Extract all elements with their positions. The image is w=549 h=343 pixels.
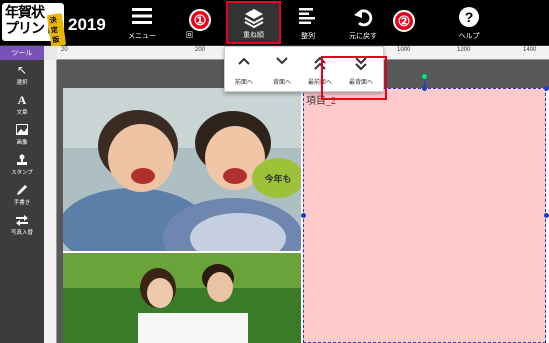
ruler-number: 200 (195, 47, 206, 53)
chevron-up-icon (238, 57, 250, 65)
menu-label: メニュー (128, 32, 156, 40)
chevron-down-icon (276, 57, 288, 65)
app-logo: 年賀状 プリント 決定版 2019 (2, 3, 106, 47)
step-2-marker: ② (393, 10, 415, 32)
rotation-handle[interactable] (421, 73, 428, 80)
send-to-back-highlight (321, 56, 387, 100)
bring-forward-item[interactable]: 前面へ (225, 47, 263, 93)
tool-pen[interactable]: 手書き (0, 182, 44, 208)
hamburger-icon (132, 8, 152, 24)
ruler-corner (44, 46, 57, 60)
resize-handle-right[interactable] (544, 213, 549, 218)
help-label: ヘルプ (458, 32, 480, 40)
logo-box: 年賀状 プリント 決定版 (2, 3, 67, 47)
tool-text[interactable]: A 文章 (0, 92, 44, 118)
ruler-number: 1000 (397, 47, 411, 53)
bring-forward-label: 前面へ (234, 79, 253, 86)
tool-label: 写真入替 (10, 230, 33, 236)
svg-text:?: ? (465, 9, 474, 25)
align-button[interactable]: 整列 (293, 0, 323, 45)
ruler-number: 20 (61, 47, 68, 53)
tool-photo-swap[interactable]: 写真入替 (0, 212, 44, 238)
tool-label: 画像 (16, 140, 28, 146)
resize-handle-top[interactable] (422, 86, 427, 91)
undo-label: 元に戻す (349, 32, 377, 40)
image-icon (16, 124, 28, 135)
help-icon: ? (459, 7, 479, 27)
partial-label: 回 (186, 31, 193, 39)
tool-label: 手書き (13, 200, 31, 206)
resize-handle-left[interactable] (301, 213, 306, 218)
app-header: 年賀状 プリント 決定版 2019 メニュー 回 重ね順 整列 元に戻す ? ヘ… (0, 0, 549, 47)
undo-icon (354, 9, 373, 27)
pointer-icon: ↖ (16, 63, 28, 77)
help-button[interactable]: ? ヘルプ (452, 0, 486, 45)
logo-line1: 年賀状 (5, 5, 45, 21)
align-icon (299, 8, 315, 24)
stamp-icon (17, 154, 27, 165)
logo-year: 2019 (68, 15, 106, 34)
couple-photo-image (63, 253, 301, 343)
tool-sidebar: ツール ↖ 選択 A 文章 画像 スタンプ 手書き 写真入替 (0, 46, 44, 343)
tool-label: 文章 (16, 110, 28, 116)
align-label: 整列 (301, 32, 315, 40)
bubble-text: 今年も (263, 173, 291, 185)
ruler-number: 1200 (457, 47, 471, 53)
photo-boys[interactable]: 今年も (63, 88, 301, 251)
photo-couple[interactable] (63, 253, 301, 343)
logo-badge: 決定版 (46, 13, 67, 47)
tool-label: 選択 (16, 80, 28, 86)
swap-icon (16, 215, 28, 226)
send-backward-item[interactable]: 背面へ (263, 47, 301, 93)
layer-order-label: 重ね順 (243, 31, 264, 39)
pen-icon (17, 185, 27, 195)
layers-icon (244, 9, 263, 28)
text-item-box[interactable] (303, 88, 546, 343)
boys-photo-image: 今年も (63, 88, 301, 251)
left-ruler (44, 60, 57, 343)
sidebar-title: ツール (0, 46, 44, 60)
resize-handle-tr[interactable] (544, 86, 549, 91)
ruler-number: 1400 (523, 47, 537, 53)
tool-image[interactable]: 画像 (0, 122, 44, 148)
send-backward-label: 背面へ (272, 79, 291, 86)
tool-label: スタンプ (11, 170, 33, 176)
text-icon: A (17, 93, 27, 107)
layer-order-button[interactable]: 重ね順 (226, 1, 281, 44)
tool-stamp[interactable]: スタンプ (0, 152, 44, 178)
undo-button[interactable]: 元に戻す (343, 0, 383, 45)
tool-select[interactable]: ↖ 選択 (0, 62, 44, 88)
menu-button[interactable]: メニュー (122, 0, 162, 45)
step-1-marker: ① (189, 9, 211, 31)
